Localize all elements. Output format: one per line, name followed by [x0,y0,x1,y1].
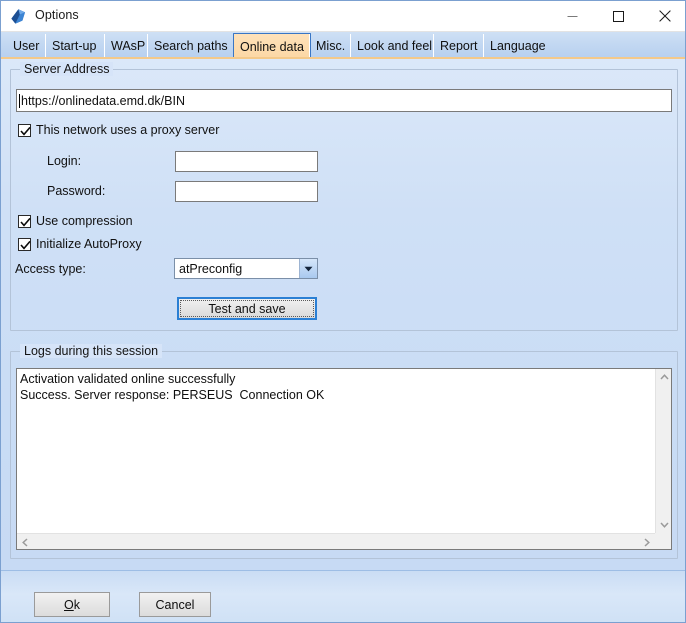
test-and-save-label: Test and save [208,301,286,316]
initialize-autoproxy-label: Initialize AutoProxy [36,237,142,251]
check-icon [20,126,31,136]
close-button[interactable] [642,1,685,31]
log-horizontal-scrollbar[interactable] [17,533,671,549]
footer-divider [1,570,685,571]
cancel-button[interactable]: Cancel [139,592,211,617]
access-type-select[interactable]: atPreconfig [174,258,318,279]
tab-look-and-feel[interactable]: Look and feel [350,34,438,58]
proxy-checkbox-row[interactable]: This network uses a proxy server [18,123,219,137]
maximize-icon [613,10,624,22]
ok-label: Ok [64,598,80,612]
tab-label: Online data [240,39,304,54]
initialize-autoproxy-row[interactable]: Initialize AutoProxy [18,237,142,251]
password-input[interactable] [175,181,318,202]
text-caret [19,93,20,108]
minimize-icon [567,11,578,22]
options-dialog: Options User Start-up WAsP Search paths [0,0,686,623]
scrollbar-corner [655,533,671,549]
online-data-panel: Server Address https://onlinedata.emd.dk… [1,59,685,570]
tab-report[interactable]: Report [433,34,484,58]
log-line-1: Activation validated online successfully [20,372,236,386]
use-compression-label: Use compression [36,214,133,228]
ok-button[interactable]: Ok [34,592,110,617]
ok-accel-char: O [64,597,74,612]
tab-online-data[interactable]: Online data [233,33,311,59]
tab-language[interactable]: Language [483,34,552,58]
chevron-down-icon[interactable] [299,259,317,278]
tab-label: User [13,39,40,53]
tab-start-up[interactable]: Start-up [45,34,102,58]
tab-label: Look and feel [357,39,433,53]
initialize-autoproxy-checkbox[interactable] [18,237,31,251]
cancel-label: Cancel [155,597,195,612]
maximize-button[interactable] [596,1,641,31]
dialog-footer: Ok Cancel [1,570,685,622]
session-log-area[interactable]: Activation validated online successfully… [16,368,672,550]
access-type-value: atPreconfig [179,261,243,276]
use-compression-row[interactable]: Use compression [18,214,133,228]
app-gem-icon [10,8,27,25]
chevron-up-icon[interactable] [656,369,671,385]
check-icon [20,217,31,227]
window-title: Options [35,8,79,22]
close-icon [658,10,671,22]
log-line-2: Success. Server response: PERSEUS Connec… [20,388,325,402]
tab-label: Search paths [154,39,228,53]
check-icon [20,240,31,250]
title-bar: Options [1,1,685,32]
chevron-down-icon[interactable] [656,517,671,533]
proxy-checkbox-label: This network uses a proxy server [36,123,220,137]
tab-label: Report [440,39,478,53]
server-address-group-title: Server Address [20,62,114,76]
password-label: Password: [47,184,106,198]
chevron-right-icon[interactable] [639,534,655,549]
tab-user[interactable]: User [7,34,45,58]
logs-group-title: Logs during this session [20,344,163,358]
log-vertical-scrollbar[interactable] [655,369,671,533]
chevron-left-icon[interactable] [17,534,33,549]
proxy-checkbox[interactable] [18,123,31,137]
tab-label: Language [490,39,546,53]
login-label: Login: [47,154,82,168]
tab-strip: User Start-up WAsP Search paths Online d… [1,32,685,59]
server-address-value: https://onlinedata.emd.dk/BIN [21,93,185,108]
tab-label: WAsP [111,39,146,53]
server-address-input[interactable]: https://onlinedata.emd.dk/BIN [16,89,672,112]
minimize-button[interactable] [550,1,595,31]
tab-label: Misc. [316,39,346,53]
tab-label: Start-up [52,39,97,53]
login-input[interactable] [175,151,318,172]
ok-rest-chars: k [73,597,80,612]
tab-misc[interactable]: Misc. [309,34,351,58]
test-and-save-button[interactable]: Test and save [177,297,317,320]
use-compression-checkbox[interactable] [18,214,31,228]
access-type-label: Access type: [15,262,86,276]
tab-wasp[interactable]: WAsP [104,34,151,58]
tab-search-paths[interactable]: Search paths [147,34,234,58]
